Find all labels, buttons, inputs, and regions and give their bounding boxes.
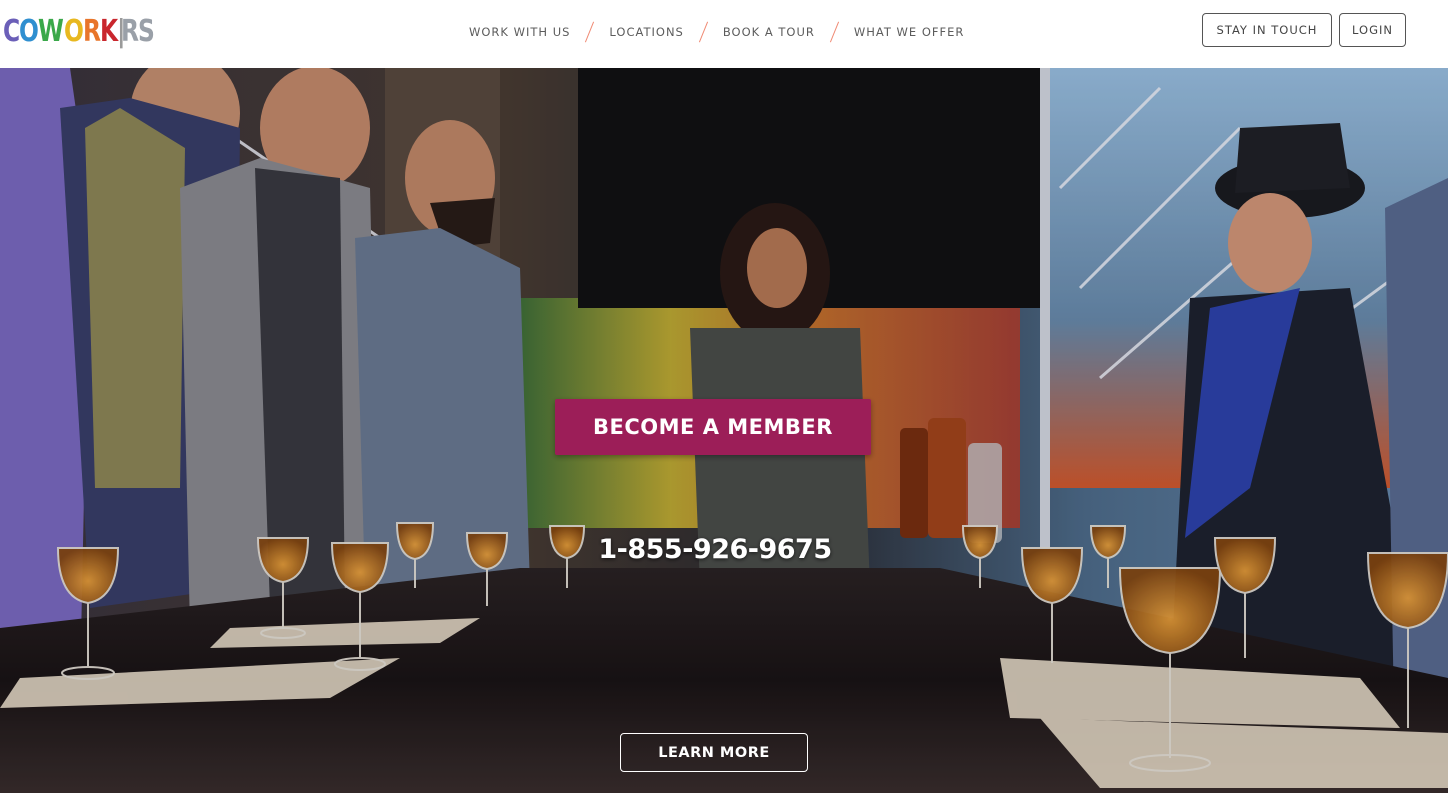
hero-section: BECOME A MEMBER 1-855-926-9675 LEARN MOR… bbox=[0, 68, 1448, 793]
logo-letter: K bbox=[99, 14, 118, 49]
logo-letter: R bbox=[83, 14, 101, 49]
nav-separator bbox=[829, 21, 839, 43]
logo-letter: C bbox=[3, 14, 20, 49]
page-edge bbox=[1448, 68, 1453, 793]
coworkrs-logo[interactable]: COWORK|RS bbox=[3, 14, 155, 50]
logo-letter: O bbox=[18, 14, 39, 49]
nav-book-a-tour[interactable]: BOOK A TOUR bbox=[723, 25, 815, 39]
learn-more-button[interactable]: LEARN MORE bbox=[620, 733, 808, 772]
nav-work-with-us[interactable]: WORK WITH US bbox=[469, 25, 570, 39]
nav-separator bbox=[698, 21, 708, 43]
logo-letter: O bbox=[64, 14, 84, 49]
become-a-member-button[interactable]: BECOME A MEMBER bbox=[555, 399, 871, 455]
nav-separator bbox=[585, 21, 595, 43]
logo-letter: R bbox=[120, 14, 139, 49]
nav-what-we-offer[interactable]: WHAT WE OFFER bbox=[854, 25, 965, 39]
phone-number: 1-855-926-9675 bbox=[598, 534, 832, 565]
login-button[interactable]: LOGIN bbox=[1339, 13, 1406, 47]
stay-in-touch-button[interactable]: STAY IN TOUCH bbox=[1202, 13, 1332, 47]
site-header: COWORK|RS WORK WITH US LOCATIONS BOOK A … bbox=[0, 0, 1453, 68]
nav-locations[interactable]: LOCATIONS bbox=[609, 25, 683, 39]
main-nav: WORK WITH US LOCATIONS BOOK A TOUR WHAT … bbox=[469, 19, 964, 45]
logo-letter: S bbox=[137, 14, 155, 49]
logo-letter: W bbox=[37, 14, 64, 49]
